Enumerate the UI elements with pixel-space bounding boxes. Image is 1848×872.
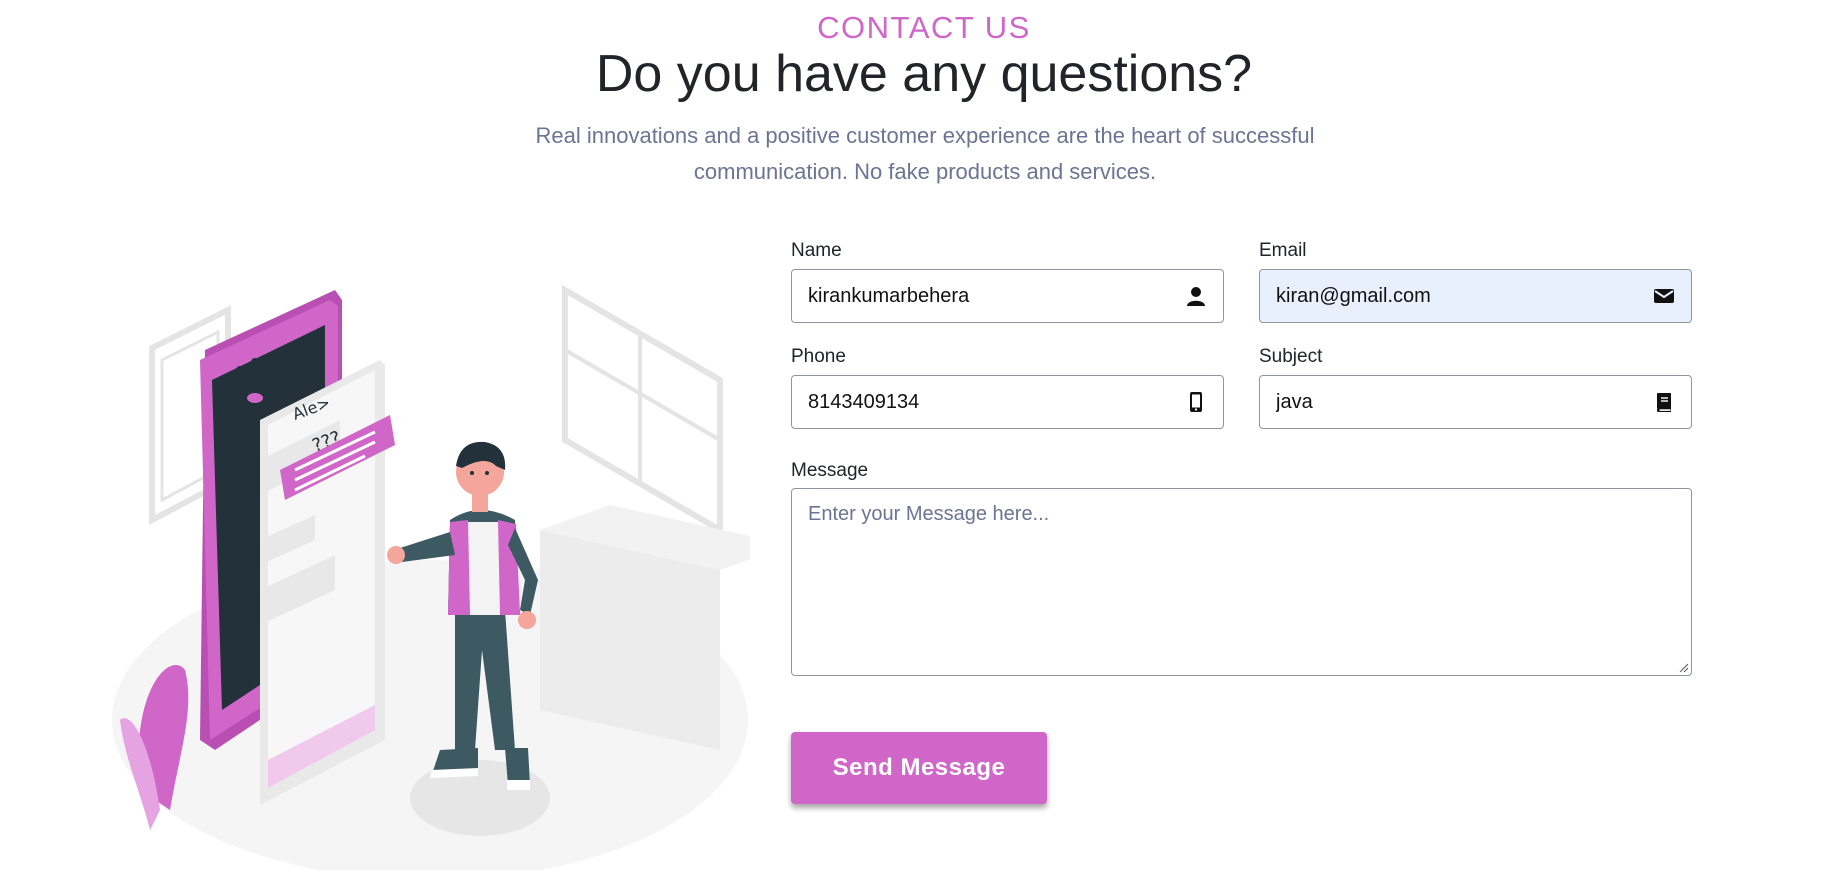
message-label: Message bbox=[791, 460, 869, 481]
message-field-wrapper bbox=[791, 488, 1692, 676]
phone-input[interactable] bbox=[792, 376, 1223, 428]
resize-grip-icon[interactable] bbox=[1677, 661, 1689, 673]
email-field-wrapper bbox=[1259, 269, 1692, 323]
name-input[interactable] bbox=[792, 270, 1223, 322]
message-textarea[interactable] bbox=[792, 489, 1691, 675]
send-message-button[interactable]: Send Message bbox=[791, 732, 1047, 804]
contact-section: CONTACT US Do you have any questions? Re… bbox=[0, 0, 1848, 872]
name-field-wrapper bbox=[791, 269, 1224, 323]
subject-label: Subject bbox=[1259, 346, 1323, 367]
user-icon bbox=[1185, 285, 1207, 307]
phone-field-wrapper bbox=[791, 375, 1224, 429]
mobile-phone-icon bbox=[1185, 391, 1207, 413]
email-label: Email bbox=[1259, 240, 1307, 261]
section-description: Real innovations and a positive customer… bbox=[535, 123, 1315, 184]
phone-label: Phone bbox=[791, 346, 846, 367]
envelope-icon bbox=[1653, 285, 1675, 307]
book-icon bbox=[1653, 391, 1675, 413]
email-input[interactable] bbox=[1260, 270, 1691, 322]
subject-input[interactable] bbox=[1260, 376, 1691, 428]
contact-illustration: Ale> 11:45 4G ??? bbox=[110, 270, 750, 870]
subject-field-wrapper bbox=[1259, 375, 1692, 429]
page-title: Do you have any questions? bbox=[595, 45, 1253, 103]
section-eyebrow: CONTACT US bbox=[817, 10, 1031, 45]
name-label: Name bbox=[791, 240, 842, 261]
